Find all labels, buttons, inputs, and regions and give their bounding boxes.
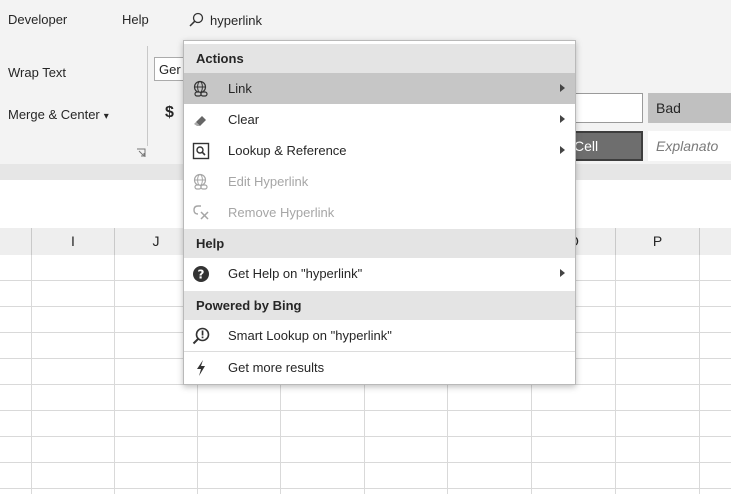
tab-help[interactable]: Help <box>122 12 149 27</box>
search-input[interactable]: hyperlink <box>210 13 262 28</box>
menu-item-label: Smart Lookup on "hyperlink" <box>228 328 392 343</box>
menu-item-label: Clear <box>228 112 260 127</box>
column-line <box>699 255 700 494</box>
section-header-bing: Powered by Bing <box>184 291 575 320</box>
submenu-arrow-icon <box>560 115 565 123</box>
menu-item-get-more-results[interactable]: Get more results <box>184 352 575 383</box>
wrap-text-button[interactable]: Wrap Text <box>8 65 66 80</box>
currency-format-button[interactable]: $ <box>165 104 174 122</box>
menu-item-remove-hyperlink[interactable]: Remove Hyperlink <box>184 197 575 228</box>
section-header-actions: Actions <box>184 44 575 73</box>
menu-item-link[interactable]: Link <box>184 73 575 104</box>
column-header-p[interactable]: P <box>616 228 700 255</box>
style-bad[interactable]: Bad <box>648 93 731 123</box>
style-explanatory[interactable]: Explanato <box>648 131 731 161</box>
row-line <box>0 436 731 437</box>
smart-lookup-icon <box>192 327 210 345</box>
group-divider <box>147 46 148 146</box>
menu-item-label: Remove Hyperlink <box>228 205 335 220</box>
column-header-i[interactable]: I <box>32 228 115 255</box>
search-results-dropdown: Actions Link Clear Lookup & Reference Ed… <box>183 40 576 385</box>
row-line <box>0 410 731 411</box>
lookup-reference-icon <box>192 142 210 160</box>
menu-item-clear[interactable]: Clear <box>184 104 575 135</box>
remove-hyperlink-icon <box>193 205 209 220</box>
column-line <box>114 255 115 494</box>
menu-item-lookup-reference[interactable]: Lookup & Reference <box>184 135 575 166</box>
merge-center-button[interactable]: Merge & Center ▾ <box>8 107 109 122</box>
chevron-down-icon[interactable]: ▾ <box>104 111 109 122</box>
style-normal[interactable] <box>568 93 643 123</box>
menu-bar: Developer Help hyperlink <box>0 0 731 38</box>
column-header[interactable] <box>0 228 32 255</box>
tell-me-search[interactable]: hyperlink <box>188 8 262 32</box>
svg-text:?: ? <box>198 268 205 282</box>
column-header[interactable] <box>700 228 731 255</box>
menu-item-label: Get Help on "hyperlink" <box>228 266 363 281</box>
menu-item-label: Link <box>228 81 252 96</box>
row-line <box>0 488 731 489</box>
column-line <box>615 255 616 494</box>
section-header-help: Help <box>184 229 575 258</box>
edit-hyperlink-icon <box>193 173 208 190</box>
tab-developer[interactable]: Developer <box>8 12 67 27</box>
submenu-arrow-icon <box>560 269 565 277</box>
merge-center-label: Merge & Center <box>8 107 100 122</box>
eraser-icon <box>194 116 206 126</box>
search-icon <box>189 12 204 27</box>
menu-item-get-help[interactable]: ? Get Help on "hyperlink" <box>184 258 575 289</box>
menu-item-label: Get more results <box>228 360 325 375</box>
menu-item-edit-hyperlink[interactable]: Edit Hyperlink <box>184 166 575 197</box>
help-icon: ? <box>193 266 209 282</box>
menu-item-label: Edit Hyperlink <box>228 174 309 189</box>
row-line <box>0 462 731 463</box>
menu-item-smart-lookup[interactable]: Smart Lookup on "hyperlink" <box>184 320 575 351</box>
menu-item-label: Lookup & Reference <box>228 143 347 158</box>
dialog-launcher-icon[interactable] <box>136 148 146 158</box>
lightning-icon <box>197 360 205 376</box>
link-icon <box>193 80 208 97</box>
style-check-cell[interactable]: Cell <box>568 131 643 161</box>
submenu-arrow-icon <box>560 84 565 92</box>
submenu-arrow-icon <box>560 146 565 154</box>
column-line <box>31 255 32 494</box>
